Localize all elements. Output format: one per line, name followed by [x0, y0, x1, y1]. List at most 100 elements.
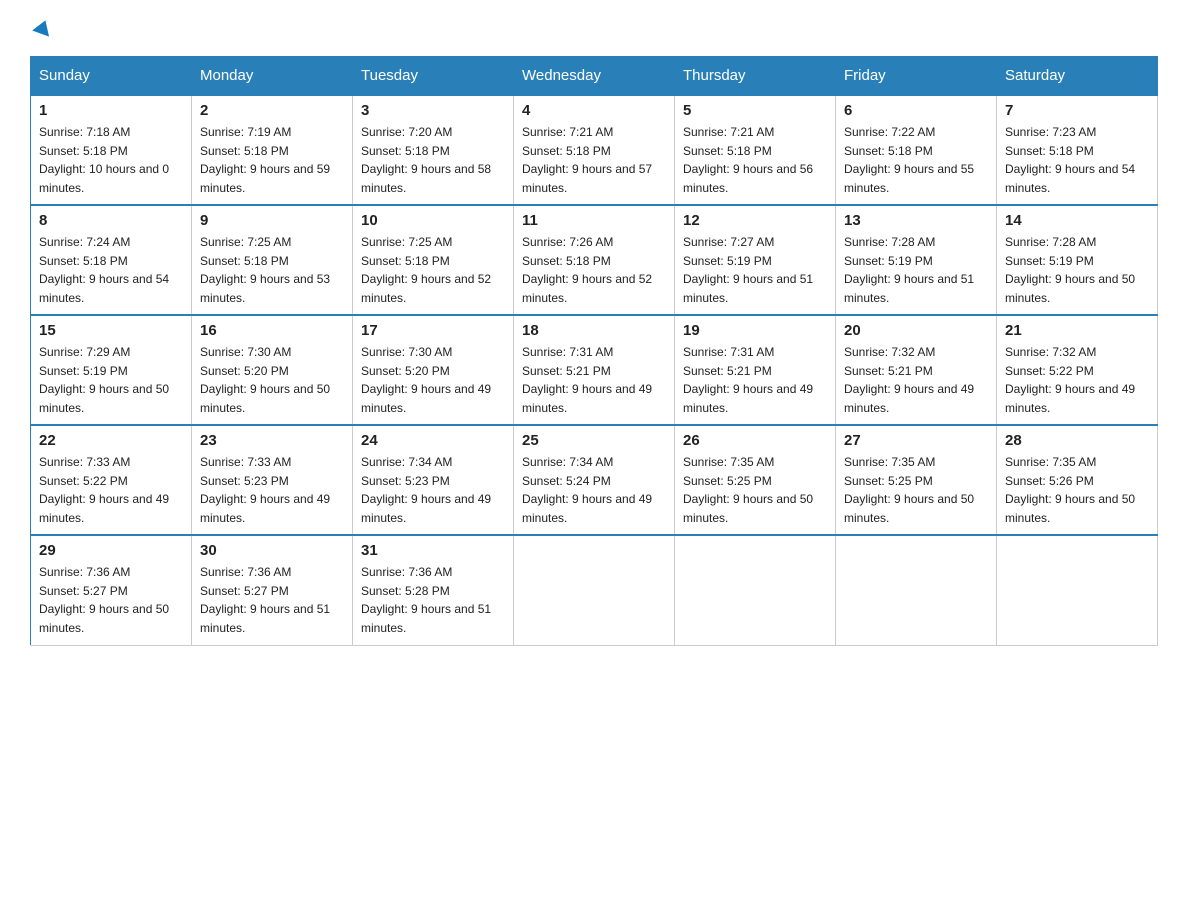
calendar-cell: 2 Sunrise: 7:19 AMSunset: 5:18 PMDayligh… [192, 95, 353, 205]
weekday-header-monday: Monday [192, 57, 353, 96]
calendar-cell [514, 535, 675, 645]
day-number: 20 [844, 322, 988, 339]
calendar-cell: 15 Sunrise: 7:29 AMSunset: 5:19 PMDaylig… [31, 315, 192, 425]
day-info: Sunrise: 7:20 AMSunset: 5:18 PMDaylight:… [361, 125, 491, 195]
calendar-week-row: 22 Sunrise: 7:33 AMSunset: 5:22 PMDaylig… [31, 425, 1158, 535]
day-number: 3 [361, 102, 505, 119]
calendar-cell: 3 Sunrise: 7:20 AMSunset: 5:18 PMDayligh… [353, 95, 514, 205]
day-number: 25 [522, 432, 666, 449]
calendar-cell: 28 Sunrise: 7:35 AMSunset: 5:26 PMDaylig… [997, 425, 1158, 535]
calendar-week-row: 15 Sunrise: 7:29 AMSunset: 5:19 PMDaylig… [31, 315, 1158, 425]
day-info: Sunrise: 7:26 AMSunset: 5:18 PMDaylight:… [522, 235, 652, 305]
calendar-cell: 6 Sunrise: 7:22 AMSunset: 5:18 PMDayligh… [836, 95, 997, 205]
calendar-cell: 18 Sunrise: 7:31 AMSunset: 5:21 PMDaylig… [514, 315, 675, 425]
calendar-cell: 23 Sunrise: 7:33 AMSunset: 5:23 PMDaylig… [192, 425, 353, 535]
day-number: 27 [844, 432, 988, 449]
calendar-cell: 30 Sunrise: 7:36 AMSunset: 5:27 PMDaylig… [192, 535, 353, 645]
day-number: 5 [683, 102, 827, 119]
day-number: 19 [683, 322, 827, 339]
day-info: Sunrise: 7:29 AMSunset: 5:19 PMDaylight:… [39, 345, 169, 415]
day-number: 29 [39, 542, 183, 559]
calendar-week-row: 8 Sunrise: 7:24 AMSunset: 5:18 PMDayligh… [31, 205, 1158, 315]
day-number: 9 [200, 212, 344, 229]
day-info: Sunrise: 7:36 AMSunset: 5:27 PMDaylight:… [39, 565, 169, 635]
day-number: 17 [361, 322, 505, 339]
day-number: 24 [361, 432, 505, 449]
calendar-cell: 16 Sunrise: 7:30 AMSunset: 5:20 PMDaylig… [192, 315, 353, 425]
day-info: Sunrise: 7:24 AMSunset: 5:18 PMDaylight:… [39, 235, 169, 305]
day-info: Sunrise: 7:30 AMSunset: 5:20 PMDaylight:… [200, 345, 330, 415]
calendar-cell: 21 Sunrise: 7:32 AMSunset: 5:22 PMDaylig… [997, 315, 1158, 425]
day-info: Sunrise: 7:32 AMSunset: 5:22 PMDaylight:… [1005, 345, 1135, 415]
calendar-cell: 27 Sunrise: 7:35 AMSunset: 5:25 PMDaylig… [836, 425, 997, 535]
day-info: Sunrise: 7:21 AMSunset: 5:18 PMDaylight:… [522, 125, 652, 195]
weekday-header-tuesday: Tuesday [353, 57, 514, 96]
logo-triangle-icon [32, 17, 54, 36]
day-info: Sunrise: 7:27 AMSunset: 5:19 PMDaylight:… [683, 235, 813, 305]
day-info: Sunrise: 7:21 AMSunset: 5:18 PMDaylight:… [683, 125, 813, 195]
day-info: Sunrise: 7:35 AMSunset: 5:25 PMDaylight:… [844, 455, 974, 525]
calendar-cell: 9 Sunrise: 7:25 AMSunset: 5:18 PMDayligh… [192, 205, 353, 315]
calendar-cell [675, 535, 836, 645]
day-info: Sunrise: 7:25 AMSunset: 5:18 PMDaylight:… [200, 235, 330, 305]
day-info: Sunrise: 7:36 AMSunset: 5:27 PMDaylight:… [200, 565, 330, 635]
weekday-header-friday: Friday [836, 57, 997, 96]
day-info: Sunrise: 7:28 AMSunset: 5:19 PMDaylight:… [1005, 235, 1135, 305]
day-number: 23 [200, 432, 344, 449]
day-number: 1 [39, 102, 183, 119]
day-number: 6 [844, 102, 988, 119]
day-number: 14 [1005, 212, 1149, 229]
day-number: 4 [522, 102, 666, 119]
calendar-cell: 11 Sunrise: 7:26 AMSunset: 5:18 PMDaylig… [514, 205, 675, 315]
day-info: Sunrise: 7:32 AMSunset: 5:21 PMDaylight:… [844, 345, 974, 415]
day-number: 22 [39, 432, 183, 449]
weekday-header-sunday: Sunday [31, 57, 192, 96]
day-info: Sunrise: 7:30 AMSunset: 5:20 PMDaylight:… [361, 345, 491, 415]
day-info: Sunrise: 7:25 AMSunset: 5:18 PMDaylight:… [361, 235, 491, 305]
day-number: 2 [200, 102, 344, 119]
calendar-cell: 19 Sunrise: 7:31 AMSunset: 5:21 PMDaylig… [675, 315, 836, 425]
day-info: Sunrise: 7:31 AMSunset: 5:21 PMDaylight:… [683, 345, 813, 415]
day-number: 12 [683, 212, 827, 229]
day-info: Sunrise: 7:18 AMSunset: 5:18 PMDaylight:… [39, 125, 169, 195]
day-info: Sunrise: 7:33 AMSunset: 5:23 PMDaylight:… [200, 455, 330, 525]
calendar-cell: 12 Sunrise: 7:27 AMSunset: 5:19 PMDaylig… [675, 205, 836, 315]
day-number: 18 [522, 322, 666, 339]
day-info: Sunrise: 7:34 AMSunset: 5:23 PMDaylight:… [361, 455, 491, 525]
calendar-cell: 1 Sunrise: 7:18 AMSunset: 5:18 PMDayligh… [31, 95, 192, 205]
day-number: 28 [1005, 432, 1149, 449]
day-number: 31 [361, 542, 505, 559]
day-number: 11 [522, 212, 666, 229]
calendar-cell: 22 Sunrise: 7:33 AMSunset: 5:22 PMDaylig… [31, 425, 192, 535]
calendar-cell: 24 Sunrise: 7:34 AMSunset: 5:23 PMDaylig… [353, 425, 514, 535]
day-info: Sunrise: 7:35 AMSunset: 5:25 PMDaylight:… [683, 455, 813, 525]
day-info: Sunrise: 7:22 AMSunset: 5:18 PMDaylight:… [844, 125, 974, 195]
day-info: Sunrise: 7:23 AMSunset: 5:18 PMDaylight:… [1005, 125, 1135, 195]
calendar-cell: 20 Sunrise: 7:32 AMSunset: 5:21 PMDaylig… [836, 315, 997, 425]
page-header [30, 20, 1158, 40]
weekday-header-thursday: Thursday [675, 57, 836, 96]
day-number: 13 [844, 212, 988, 229]
calendar-cell: 10 Sunrise: 7:25 AMSunset: 5:18 PMDaylig… [353, 205, 514, 315]
day-number: 16 [200, 322, 344, 339]
calendar-cell: 8 Sunrise: 7:24 AMSunset: 5:18 PMDayligh… [31, 205, 192, 315]
calendar-cell: 14 Sunrise: 7:28 AMSunset: 5:19 PMDaylig… [997, 205, 1158, 315]
day-info: Sunrise: 7:36 AMSunset: 5:28 PMDaylight:… [361, 565, 491, 635]
calendar-week-row: 1 Sunrise: 7:18 AMSunset: 5:18 PMDayligh… [31, 95, 1158, 205]
weekday-header-wednesday: Wednesday [514, 57, 675, 96]
calendar-table: SundayMondayTuesdayWednesdayThursdayFrid… [30, 56, 1158, 646]
calendar-cell: 31 Sunrise: 7:36 AMSunset: 5:28 PMDaylig… [353, 535, 514, 645]
calendar-cell: 4 Sunrise: 7:21 AMSunset: 5:18 PMDayligh… [514, 95, 675, 205]
calendar-cell: 17 Sunrise: 7:30 AMSunset: 5:20 PMDaylig… [353, 315, 514, 425]
logo [30, 20, 52, 40]
calendar-week-row: 29 Sunrise: 7:36 AMSunset: 5:27 PMDaylig… [31, 535, 1158, 645]
calendar-cell: 13 Sunrise: 7:28 AMSunset: 5:19 PMDaylig… [836, 205, 997, 315]
calendar-cell: 26 Sunrise: 7:35 AMSunset: 5:25 PMDaylig… [675, 425, 836, 535]
day-number: 8 [39, 212, 183, 229]
calendar-cell: 25 Sunrise: 7:34 AMSunset: 5:24 PMDaylig… [514, 425, 675, 535]
day-number: 15 [39, 322, 183, 339]
calendar-cell: 29 Sunrise: 7:36 AMSunset: 5:27 PMDaylig… [31, 535, 192, 645]
calendar-cell [836, 535, 997, 645]
day-number: 30 [200, 542, 344, 559]
day-info: Sunrise: 7:28 AMSunset: 5:19 PMDaylight:… [844, 235, 974, 305]
